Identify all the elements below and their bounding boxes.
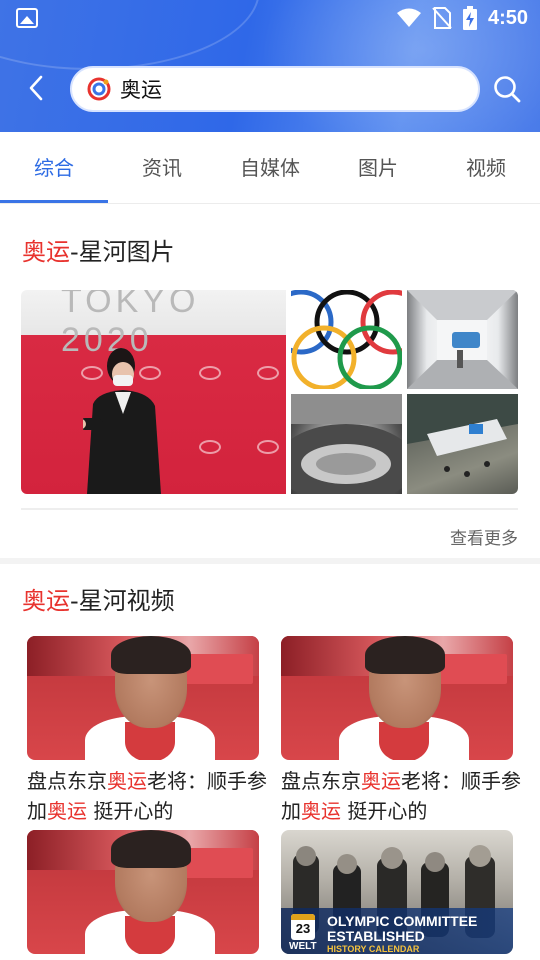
aerial-site-image (407, 394, 518, 477)
view-more-link[interactable]: 查看更多 (450, 524, 518, 549)
status-right: 4:50 (396, 4, 528, 32)
video-title-highlight: 奥运 (361, 769, 401, 793)
image-section-title-rest: -星河图片 (70, 238, 175, 266)
tab-bar: 综合 资讯 自媒体 图片 视频 (0, 132, 540, 204)
video-thumbnail-1[interactable] (27, 636, 259, 760)
tab-videos[interactable]: 视频 (432, 132, 540, 204)
tab-all[interactable]: 综合 (0, 132, 108, 204)
thumbnail-hair (365, 636, 445, 674)
video-title-highlight: 奥运 (47, 799, 87, 823)
battery-charging-icon (462, 6, 477, 30)
video-section-title[interactable]: 奥运-星河视频 (22, 581, 175, 616)
video-title-highlight: 奥运 (107, 769, 147, 793)
container-interior-image (407, 290, 518, 389)
video-section-title-rest: -星河视频 (70, 587, 175, 615)
tab-news[interactable]: 资讯 (108, 132, 216, 204)
tab-divider (0, 203, 540, 204)
video-title-text: 盘点东京 (281, 769, 361, 793)
search-query: 奥运 (120, 78, 162, 102)
image-result-3[interactable] (407, 290, 518, 389)
video-title-2[interactable]: 盘点东京奥运老将：顺手参加奥运 挺开心的 (281, 766, 521, 826)
back-arrow-icon (29, 75, 43, 101)
no-sim-icon (432, 7, 452, 29)
wifi-icon (396, 8, 421, 27)
status-bar: 4:50 (0, 0, 540, 38)
section-separator (0, 558, 540, 564)
video-section-title-highlight: 奥运 (22, 587, 70, 615)
video-title-highlight: 奥运 (301, 799, 341, 823)
image-result-4[interactable] (291, 394, 402, 494)
image-notification-icon (16, 8, 38, 28)
brand-label: WELT (289, 941, 317, 952)
olympic-logo-mark (199, 366, 221, 380)
date-badge: 23 (291, 914, 315, 940)
app-logo-icon (87, 77, 111, 101)
image-section-title-highlight: 奥运 (22, 238, 70, 266)
tab-self-media[interactable]: 自媒体 (216, 132, 324, 204)
video-thumbnail-4[interactable]: 23 WELT OLYMPIC COMMITTEE ESTABLISHED HI… (281, 830, 513, 954)
image-result-1[interactable]: TOKYO 2020 (21, 290, 286, 494)
tab-images[interactable]: 图片 (324, 132, 432, 204)
header: 4:50 奥运 (0, 0, 540, 132)
back-button[interactable] (18, 70, 54, 106)
olympic-logo-mark (257, 366, 279, 380)
speaker-figure (83, 348, 161, 494)
olympic-rings-image (291, 290, 402, 389)
stadium-image (291, 394, 402, 494)
video-title-text: 盘点东京 (27, 769, 107, 793)
search-icon[interactable] (490, 72, 524, 106)
video-title-text: 挺开心的 (87, 799, 174, 823)
video-thumbnail-2[interactable] (281, 636, 513, 760)
overlay-subtitle: HISTORY CALENDAR (327, 944, 420, 954)
olympic-logo-mark (199, 440, 221, 454)
image-section-divider (21, 508, 518, 510)
search-input[interactable]: 奥运 (70, 66, 480, 112)
video-thumbnail-3[interactable] (27, 830, 259, 954)
olympic-logo-mark (257, 440, 279, 454)
overlay-headline: OLYMPIC COMMITTEE ESTABLISHED (327, 913, 478, 944)
status-time: 4:50 (487, 6, 528, 29)
thumbnail-hair (111, 636, 191, 674)
image-result-5[interactable] (407, 394, 518, 494)
video-title-text: 挺开心的 (341, 799, 428, 823)
image-section-title[interactable]: 奥运-星河图片 (22, 232, 175, 267)
image-result-2[interactable] (291, 290, 402, 389)
thumbnail-hair (111, 830, 191, 868)
video-title-1[interactable]: 盘点东京奥运老将：顺手参加奥运 挺开心的 (27, 766, 267, 826)
